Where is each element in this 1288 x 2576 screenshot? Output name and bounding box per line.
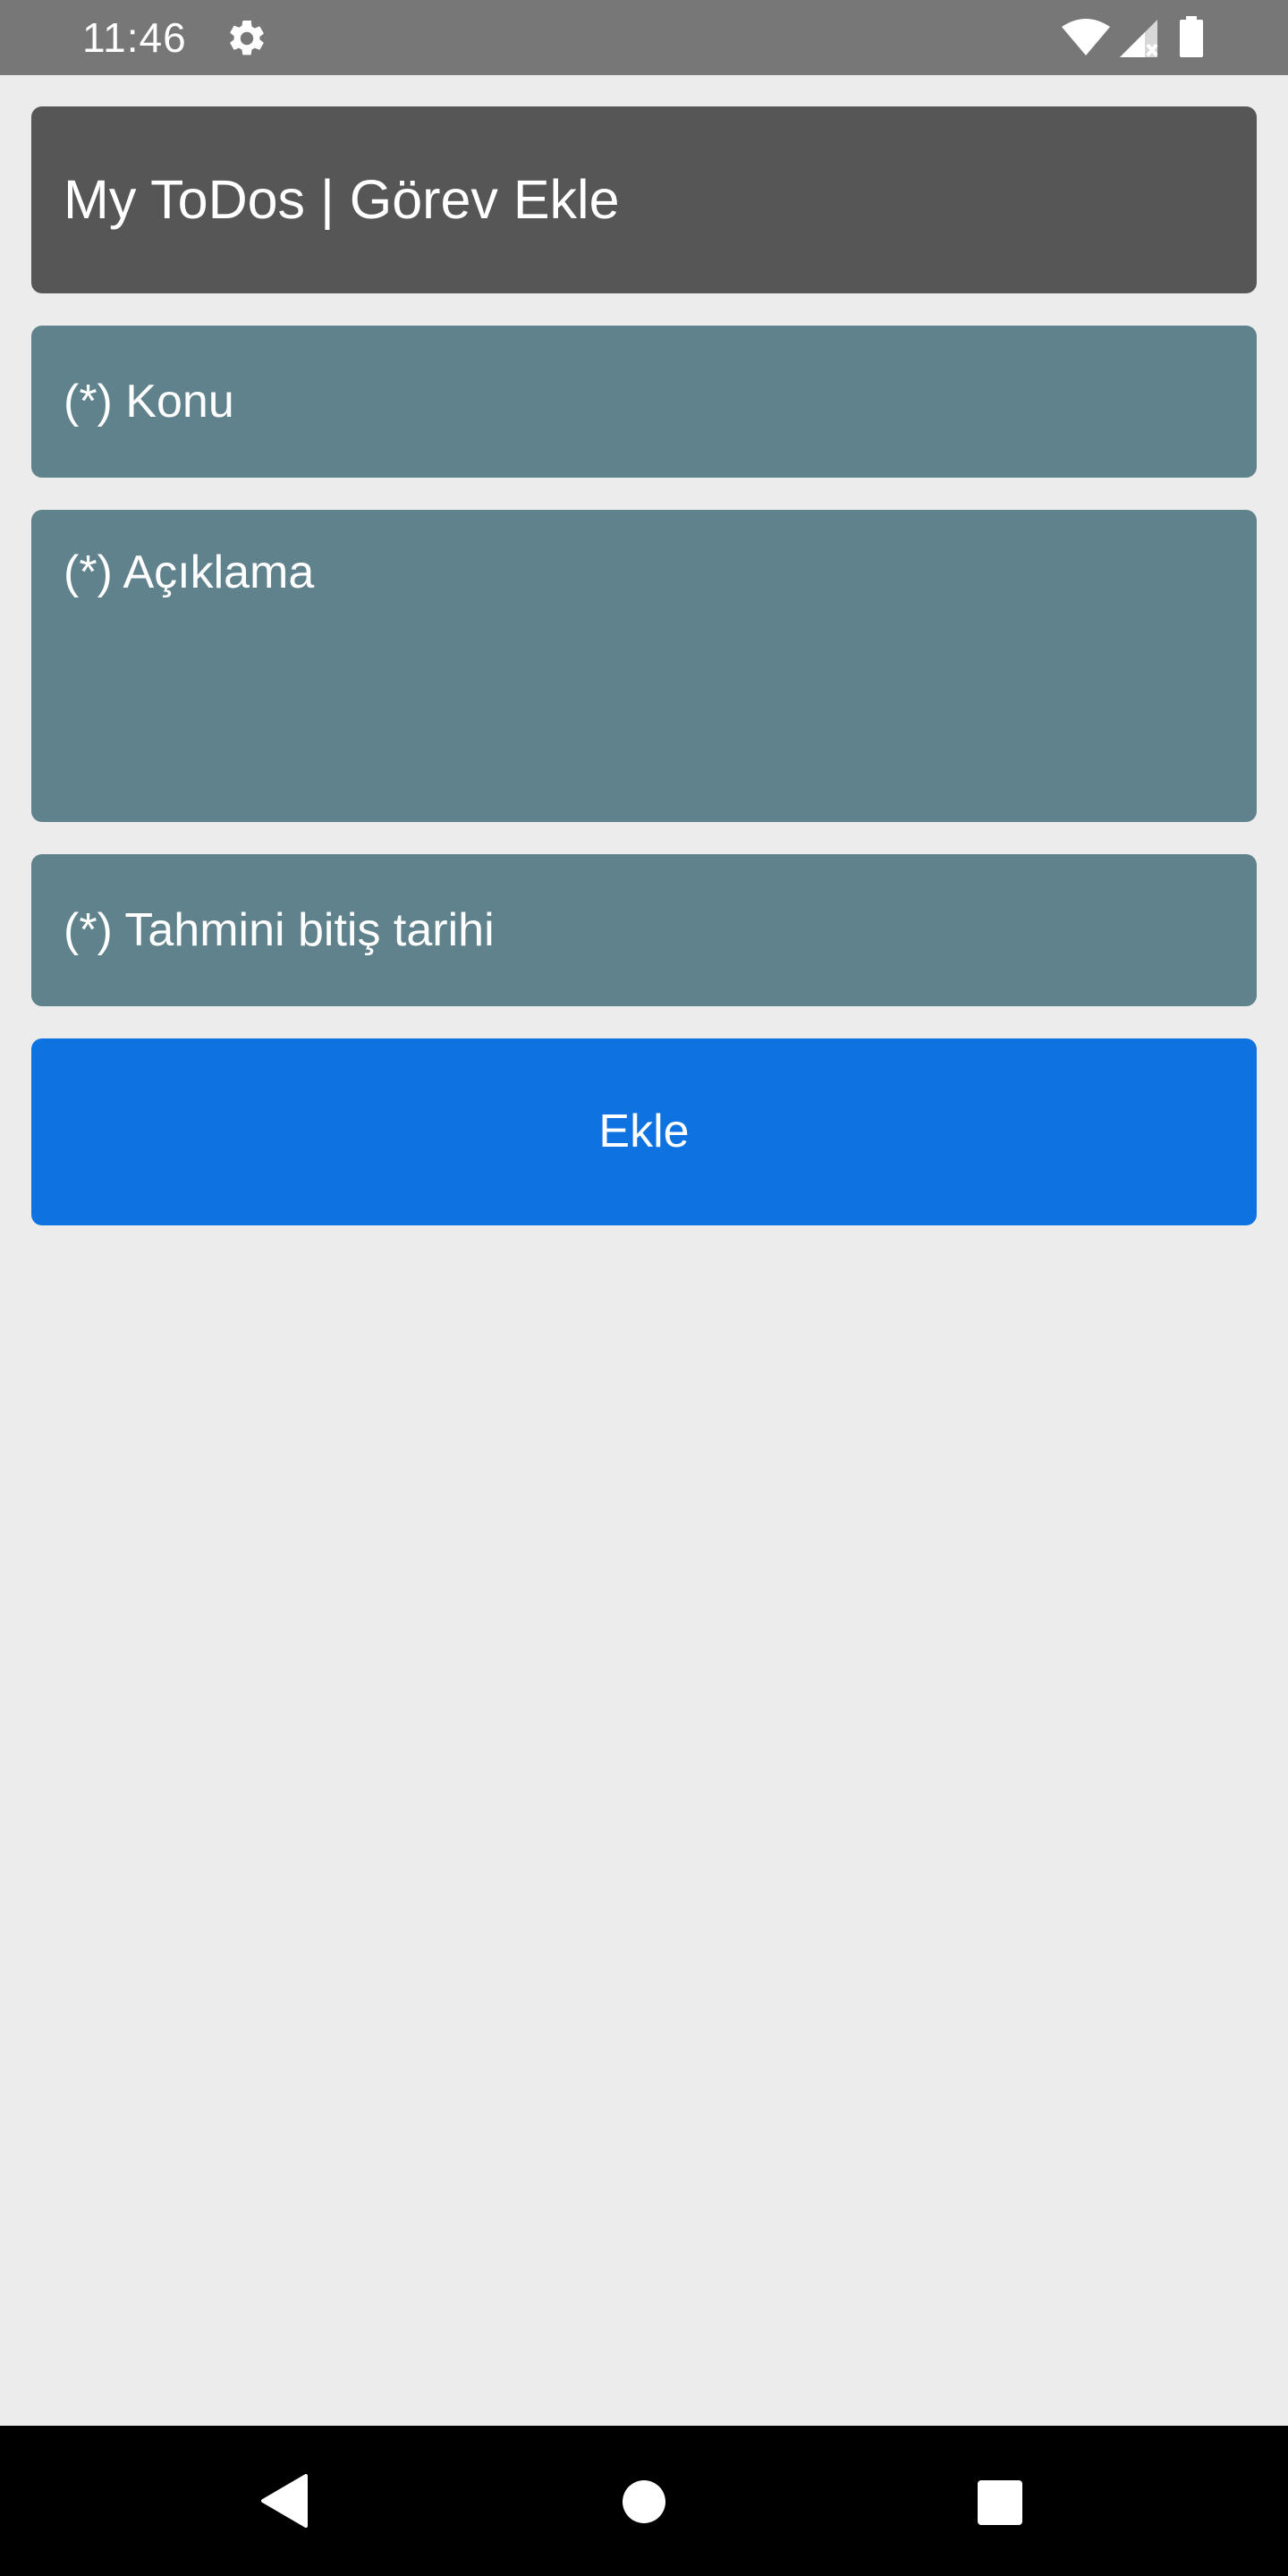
description-placeholder: (*) Açıklama [64, 547, 315, 598]
recents-icon[interactable] [977, 2479, 1023, 2526]
add-button[interactable]: Ekle [31, 1038, 1257, 1225]
description-textarea[interactable]: (*) Açıklama [31, 510, 1257, 822]
battery-icon [1179, 16, 1204, 57]
due-date-input[interactable]: (*) Tahmini bitiş tarihi [31, 854, 1257, 1006]
status-time: 11:46 [82, 14, 187, 61]
home-icon[interactable] [622, 2479, 666, 2524]
back-icon[interactable] [259, 2472, 309, 2529]
gear-icon [225, 17, 268, 60]
subject-input[interactable]: (*) Konu [31, 326, 1257, 478]
screen: 11:46 My ToDos | Görev Ekle (*) Konu (*)… [0, 0, 1288, 2576]
navigation-bar [0, 2426, 1288, 2576]
status-bar: 11:46 [0, 0, 1288, 75]
signal-icon [1118, 18, 1159, 59]
subject-placeholder: (*) Konu [64, 376, 234, 428]
app-header: My ToDos | Görev Ekle [31, 106, 1257, 293]
wifi-icon [1061, 18, 1111, 57]
page-title: My ToDos | Görev Ekle [64, 169, 620, 230]
due-date-placeholder: (*) Tahmini bitiş tarihi [64, 904, 495, 956]
